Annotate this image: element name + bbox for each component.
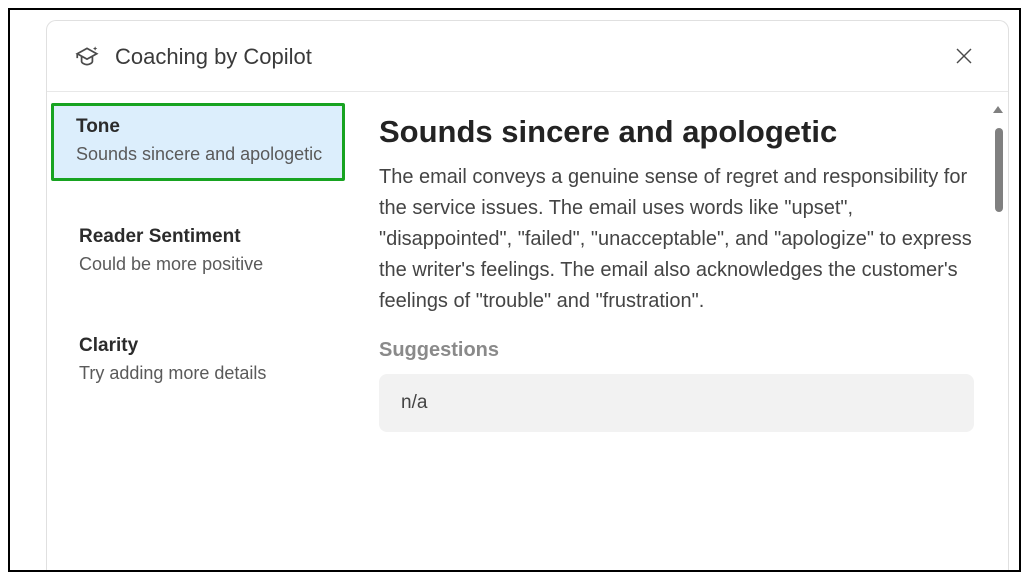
panel-title: Coaching by Copilot (115, 44, 312, 70)
content-body-text: The email conveys a genuine sense of reg… (379, 162, 974, 317)
sidebar-item-subtitle: Try adding more details (79, 361, 323, 385)
suggestions-label: Suggestions (379, 339, 974, 362)
scrollbar[interactable] (994, 104, 1004, 558)
sidebar-item-tone[interactable]: Tone Sounds sincere and apologetic (51, 103, 345, 181)
sidebar-item-clarity[interactable]: Clarity Try adding more details (53, 321, 343, 399)
sidebar-item-title: Reader Sentiment (79, 226, 323, 248)
content-heading: Sounds sincere and apologetic (379, 114, 974, 150)
copilot-coaching-icon (73, 43, 101, 71)
panel-body: Tone Sounds sincere and apologetic Reade… (47, 92, 1008, 570)
coaching-panel: Coaching by Copilot Tone Sounds sincere … (46, 20, 1009, 570)
sidebar-item-title: Tone (76, 116, 324, 138)
panel-header: Coaching by Copilot (47, 21, 1008, 92)
sidebar-item-reader-sentiment[interactable]: Reader Sentiment Could be more positive (53, 212, 343, 290)
scrollbar-up-arrow-icon (993, 106, 1003, 113)
sidebar-item-subtitle: Could be more positive (79, 252, 323, 276)
scrollbar-thumb[interactable] (995, 128, 1003, 212)
sidebar: Tone Sounds sincere and apologetic Reade… (47, 92, 349, 570)
close-button[interactable] (946, 39, 982, 75)
suggestion-box: n/a (379, 374, 974, 432)
content-area: Sounds sincere and apologetic The email … (349, 92, 1008, 570)
sidebar-item-title: Clarity (79, 335, 323, 357)
sidebar-item-subtitle: Sounds sincere and apologetic (76, 142, 324, 166)
close-icon (955, 47, 973, 68)
suggestion-text: n/a (401, 392, 427, 413)
